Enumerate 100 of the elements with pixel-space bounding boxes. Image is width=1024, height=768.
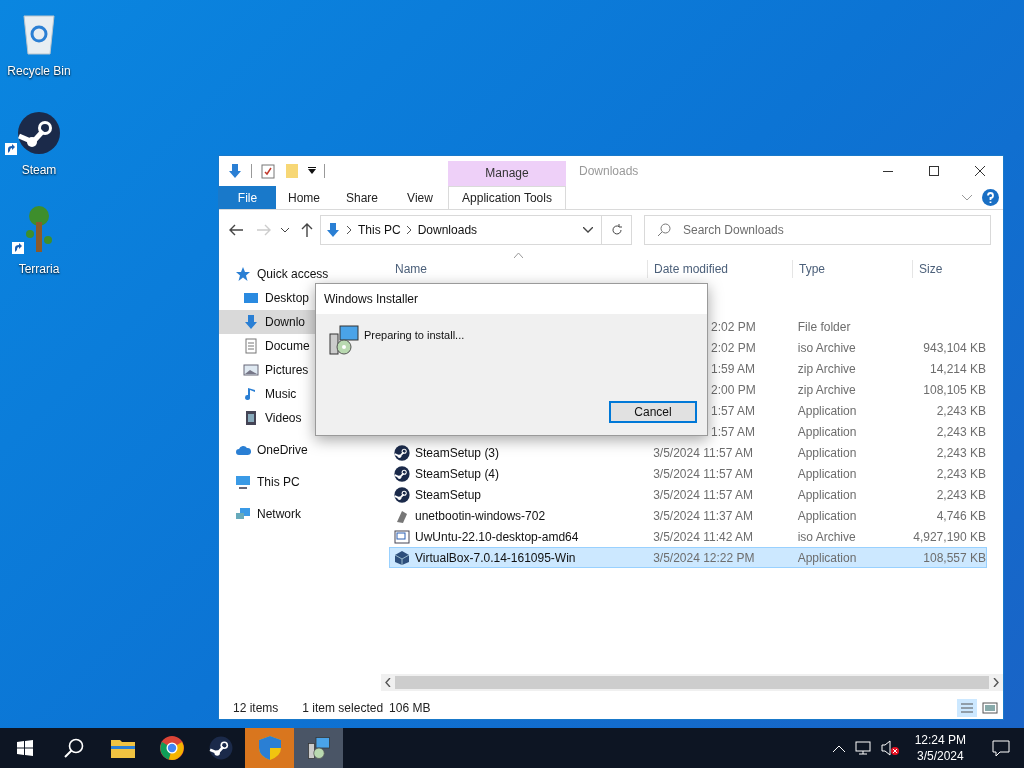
clock-date[interactable]: 3/5/2024 xyxy=(916,748,964,764)
search-icon xyxy=(63,738,84,758)
address-bar[interactable]: This PC Downloads xyxy=(320,215,602,245)
window-title: Downloads xyxy=(579,163,639,180)
ribbon-tab[interactable]: Share xyxy=(332,186,392,209)
chevron-right-icon xyxy=(406,226,412,234)
file-type: Application xyxy=(797,445,857,460)
properties-icon[interactable] xyxy=(260,163,276,179)
date-modified: 3/5/2024 11:42 AM xyxy=(653,529,753,544)
download-icon xyxy=(325,222,341,238)
nav-item[interactable]: This PC xyxy=(219,470,377,494)
caret-icon[interactable] xyxy=(308,167,316,175)
nav-item[interactable]: Quick access xyxy=(219,262,377,286)
file-row[interactable]: UwUntu-22.10-desktop-amd64 3/5/2024 11:42 AM iso Archive 4,927,190 KB xyxy=(389,526,987,547)
date-modified: 2:02 PM xyxy=(711,340,756,355)
file-size: 943,104 KB xyxy=(923,340,986,355)
installer-icon xyxy=(306,736,331,760)
chevron-up-icon[interactable] xyxy=(832,744,845,752)
scrollbar-thumb[interactable] xyxy=(395,676,989,689)
date-modified: 1:57 AM xyxy=(711,424,756,439)
file-type: Application xyxy=(797,508,857,523)
steam-icon xyxy=(394,465,410,482)
file-name: unetbootin-windows-702 xyxy=(415,507,546,525)
nav-item[interactable]: Music xyxy=(219,382,377,406)
help-icon[interactable] xyxy=(982,189,999,206)
file-size: 14,214 KB xyxy=(929,361,986,376)
download-icon xyxy=(243,314,259,330)
chevron-down-icon[interactable] xyxy=(281,227,289,233)
chevron-down-icon[interactable] xyxy=(583,227,593,233)
date-modified: 2:02 PM xyxy=(711,319,756,334)
column-header[interactable]: Size xyxy=(919,262,943,276)
file-name: UwUntu-22.10-desktop-amd64 xyxy=(415,528,579,546)
installer-icon xyxy=(328,324,360,356)
cancel-button[interactable]: Cancel xyxy=(609,401,697,423)
file-name: VirtualBox-7.0.14-161095-Win xyxy=(415,549,576,567)
date-modified: 1:59 AM xyxy=(711,361,756,376)
file-row[interactable]: unetbootin-windows-702 3/5/2024 11:37 AM Application 4,746 KB xyxy=(389,505,987,526)
file-type: Application xyxy=(797,424,857,439)
ribbon-tab[interactable]: View xyxy=(392,186,448,209)
download-icon[interactable] xyxy=(227,163,243,179)
file-row[interactable]: VirtualBox-7.0.14-161095-Win 3/5/2024 12:22 PM Application 108,557 KB xyxy=(389,547,987,568)
ribbon-tab[interactable]: File xyxy=(219,186,276,209)
steam-icon xyxy=(17,111,61,155)
nav-item[interactable]: Pictures xyxy=(219,358,377,382)
tree-icon xyxy=(24,206,54,254)
file-type: iso Archive xyxy=(797,340,856,355)
search-icon xyxy=(657,223,671,237)
search-input[interactable]: Search Downloads xyxy=(683,221,990,239)
file-name: SteamSetup (4) xyxy=(415,465,500,483)
file-type: iso Archive xyxy=(797,529,856,544)
date-modified: 3/5/2024 11:57 AM xyxy=(653,445,753,460)
ribbon-tab[interactable]: Application Tools xyxy=(448,186,566,209)
scroll-left-icon[interactable] xyxy=(385,678,391,687)
taskbar-button[interactable] xyxy=(294,728,343,768)
search-field[interactable]: Search Downloads xyxy=(644,215,991,245)
clock-time[interactable]: 12:24 PM xyxy=(914,732,966,748)
file-row[interactable]: SteamSetup 3/5/2024 11:57 AM Application 2,243 KB xyxy=(389,484,987,505)
horizontal-scrollbar[interactable] xyxy=(381,674,1003,691)
sort-up-icon xyxy=(514,253,523,258)
chevron-right-icon xyxy=(347,226,352,234)
file-type: Application xyxy=(797,487,857,502)
file-size: 108,105 KB xyxy=(923,382,986,397)
file-type: Application xyxy=(797,466,857,481)
network-icon xyxy=(235,506,251,522)
star-icon xyxy=(235,266,251,282)
back-arrow-icon[interactable] xyxy=(229,224,243,236)
scroll-right-icon[interactable] xyxy=(993,678,999,687)
up-arrow-icon[interactable] xyxy=(301,223,313,237)
breadcrumb-item[interactable]: This PC xyxy=(358,221,401,239)
refresh-button[interactable] xyxy=(602,215,632,245)
speaker-muted-icon[interactable] xyxy=(880,740,899,756)
file-type: zip Archive xyxy=(797,382,856,397)
file-size: 2,243 KB xyxy=(936,403,986,418)
column-header[interactable]: Name xyxy=(395,262,427,276)
breadcrumb-item[interactable]: Downloads xyxy=(417,221,478,239)
desktop-icon-label[interactable]: Steam xyxy=(21,161,57,179)
column-header[interactable]: Date modified xyxy=(654,262,729,276)
date-modified: 2:00 PM xyxy=(711,382,756,397)
column-header[interactable]: Type xyxy=(799,262,825,276)
network-icon[interactable] xyxy=(854,741,871,755)
folder-icon xyxy=(110,738,135,758)
nav-item[interactable]: OneDrive xyxy=(219,438,377,462)
windows-logo-icon xyxy=(16,740,33,756)
dialog-title: Windows Installer xyxy=(324,291,419,308)
nav-item[interactable]: Network xyxy=(219,502,377,526)
notification-icon[interactable] xyxy=(992,739,1010,757)
file-type: Application xyxy=(797,403,857,418)
item-count: 12 items xyxy=(233,700,279,717)
file-size: 4,746 KB xyxy=(936,508,986,523)
file-name: SteamSetup (3) xyxy=(415,444,500,462)
file-size: 2,243 KB xyxy=(936,424,986,439)
date-modified: 3/5/2024 11:37 AM xyxy=(653,508,753,523)
file-row[interactable]: SteamSetup (4) 3/5/2024 11:57 AM Application 2,243 KB xyxy=(389,463,987,484)
maximize-icon xyxy=(929,166,939,176)
file-row[interactable]: SteamSetup (3) 3/5/2024 11:57 AM Application 2,243 KB xyxy=(389,442,987,463)
desktop-icon-label[interactable]: Terraria xyxy=(18,260,60,278)
refresh-icon xyxy=(610,224,623,236)
file-size: 2,243 KB xyxy=(936,466,986,481)
ribbon-tab[interactable]: Home xyxy=(276,186,332,209)
desktop-icon-label[interactable]: Recycle Bin xyxy=(7,62,71,80)
